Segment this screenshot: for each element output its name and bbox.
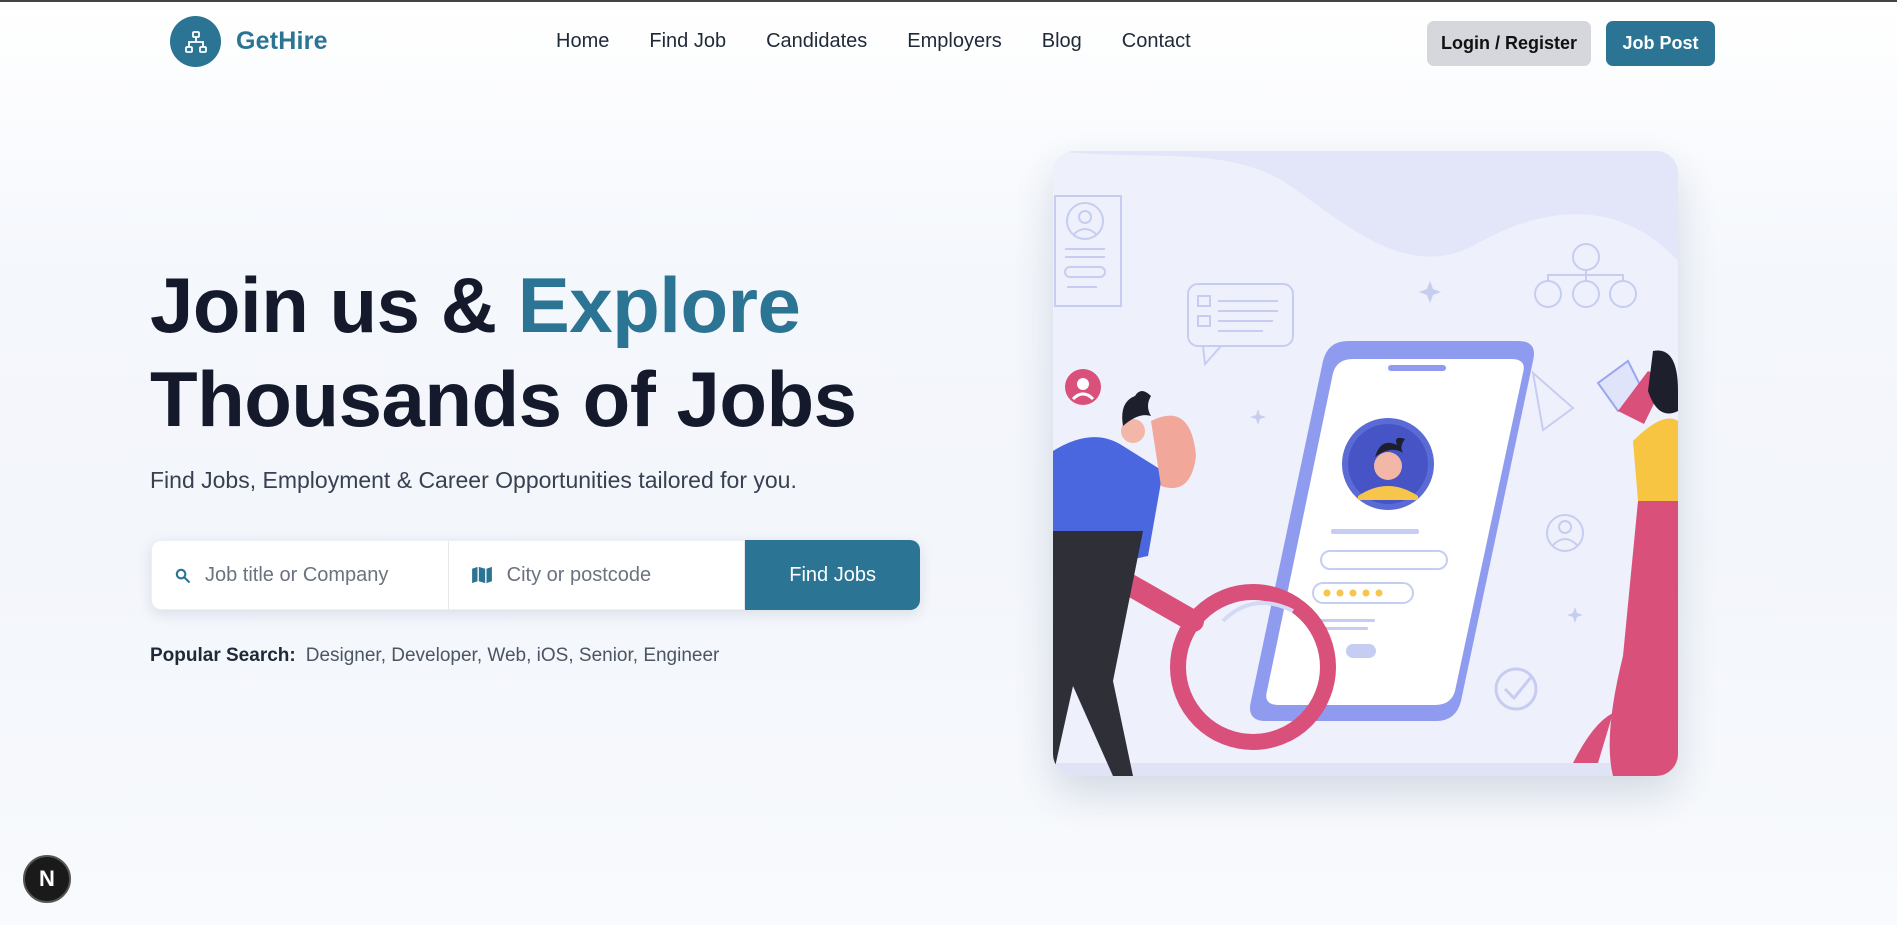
search-icon	[174, 567, 191, 584]
nav-find-job[interactable]: Find Job	[649, 30, 726, 53]
find-jobs-button[interactable]: Find Jobs	[745, 540, 921, 610]
navbar: GetHire Home Find Job Candidates Employe…	[0, 2, 1897, 82]
nav-blog[interactable]: Blog	[1042, 30, 1082, 53]
nav-home[interactable]: Home	[556, 30, 609, 53]
hero-title-accent: Explore	[517, 261, 801, 349]
job-search-form: Find Jobs	[151, 540, 921, 610]
location-search-field	[449, 541, 746, 609]
main-nav: Home Find Job Candidates Employers Blog …	[556, 30, 1231, 53]
nav-candidates[interactable]: Candidates	[766, 30, 867, 53]
popular-search-label: Popular Search:	[150, 645, 296, 666]
brand-name: GetHire	[236, 27, 328, 55]
login-register-button[interactable]: Login / Register	[1427, 21, 1591, 66]
sitemap-icon	[170, 16, 221, 67]
next-devtools-badge[interactable]: N	[23, 855, 71, 903]
map-icon	[471, 566, 493, 584]
job-title-input[interactable]	[205, 563, 425, 587]
hero-title-line2: Thousands of Jobs	[150, 355, 857, 443]
brand[interactable]: GetHire	[170, 16, 328, 67]
popular-search: Popular Search: Designer, Developer, Web…	[150, 645, 719, 667]
location-input[interactable]	[506, 563, 727, 587]
hero-illustration	[1053, 151, 1678, 776]
hero-title-part1: Join us &	[150, 261, 518, 349]
nav-employers[interactable]: Employers	[907, 30, 1001, 53]
nav-contact[interactable]: Contact	[1122, 30, 1191, 53]
hero-title: Join us & Explore Thousands of Jobs	[150, 258, 857, 446]
popular-search-tags[interactable]: Designer, Developer, Web, iOS, Senior, E…	[306, 645, 720, 667]
hero-subtitle: Find Jobs, Employment & Career Opportuni…	[150, 467, 797, 493]
job-search-field	[152, 541, 449, 609]
job-post-button[interactable]: Job Post	[1606, 21, 1715, 66]
